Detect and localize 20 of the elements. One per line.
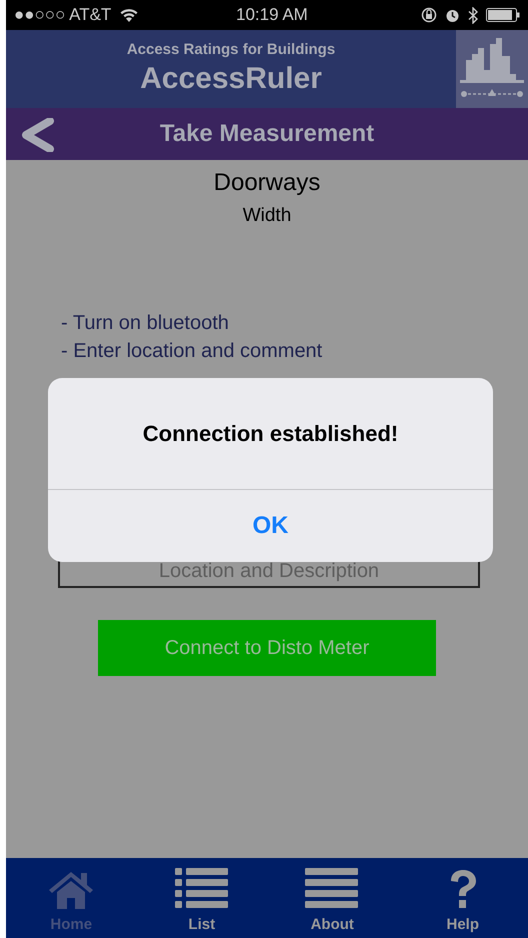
screen-title: Take Measurement: [158, 119, 376, 149]
home-icon: [47, 870, 96, 910]
alert-message: Connection established!: [142, 420, 398, 448]
bluetooth-icon: [468, 6, 478, 24]
instruction-text: - Turn on bluetooth: [61, 310, 230, 336]
clock-text: 10:19 AM: [236, 4, 308, 26]
battery-icon: [486, 8, 520, 22]
tab-item[interactable]: List: [136, 858, 267, 938]
tab-item[interactable]: Help: [398, 858, 528, 938]
carrier-text: ●●○○○ AT&T: [14, 4, 112, 26]
menu-icon: [305, 868, 360, 910]
rotation-lock-icon: [421, 7, 437, 23]
app-subtitle: Access Ratings for Buildings: [126, 40, 336, 60]
instruction-text: - Enter location and comment: [61, 338, 322, 364]
list-icon: [174, 868, 229, 910]
tab-item[interactable]: About: [267, 858, 398, 938]
measurement-type: Width: [242, 204, 292, 228]
app-title: AccessRuler: [140, 60, 322, 97]
wifi-icon: [119, 8, 140, 22]
category-heading: Doorways: [214, 168, 320, 198]
